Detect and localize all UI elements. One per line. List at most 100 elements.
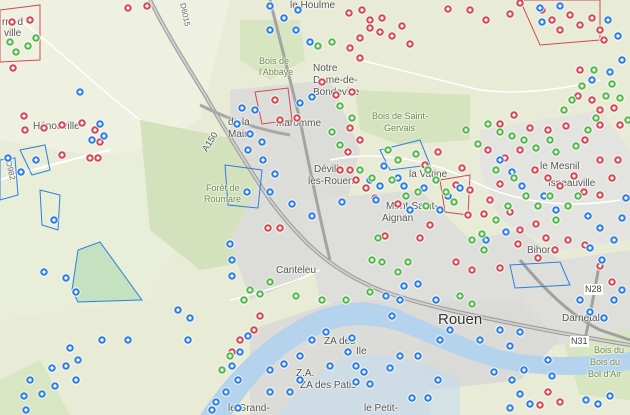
red-point-marker[interactable]	[587, 13, 597, 23]
blue-point-marker[interactable]	[39, 267, 49, 277]
blue-point-marker[interactable]	[49, 215, 59, 225]
blue-point-marker[interactable]	[597, 255, 607, 265]
blue-point-marker[interactable]	[613, 31, 623, 41]
blue-point-marker[interactable]	[365, 379, 375, 389]
blue-point-marker[interactable]	[207, 405, 217, 415]
blue-point-marker[interactable]	[375, 181, 385, 191]
red-point-marker[interactable]	[485, 195, 495, 205]
red-point-marker[interactable]	[495, 119, 505, 129]
blue-point-marker[interactable]	[445, 325, 455, 335]
blue-point-marker[interactable]	[257, 137, 267, 147]
green-point-marker[interactable]	[383, 145, 393, 155]
red-point-marker[interactable]	[595, 105, 605, 115]
blue-point-marker[interactable]	[515, 327, 525, 337]
red-point-marker[interactable]	[375, 27, 385, 37]
blue-point-marker[interactable]	[413, 279, 423, 289]
blue-point-marker[interactable]	[16, 167, 26, 177]
blue-point-marker[interactable]	[99, 131, 109, 141]
blue-point-marker[interactable]	[47, 363, 57, 373]
blue-point-marker[interactable]	[270, 169, 280, 179]
blue-point-marker[interactable]	[395, 351, 405, 361]
blue-point-marker[interactable]	[585, 243, 595, 253]
green-point-marker[interactable]	[483, 119, 493, 129]
blue-point-marker[interactable]	[407, 393, 417, 403]
blue-point-marker[interactable]	[325, 361, 335, 371]
red-point-marker[interactable]	[255, 311, 265, 321]
green-point-marker[interactable]	[401, 191, 411, 201]
red-point-marker[interactable]	[587, 95, 597, 105]
red-point-marker[interactable]	[495, 263, 505, 273]
green-point-marker[interactable]	[607, 79, 617, 89]
red-point-marker[interactable]	[443, 4, 453, 14]
green-point-marker[interactable]	[387, 175, 397, 185]
red-point-marker[interactable]	[85, 153, 95, 163]
blue-point-marker[interactable]	[123, 335, 133, 345]
red-point-marker[interactable]	[357, 5, 367, 15]
blue-point-marker[interactable]	[507, 375, 517, 385]
blue-point-marker[interactable]	[307, 335, 317, 345]
red-point-marker[interactable]	[531, 219, 541, 229]
red-point-marker[interactable]	[263, 223, 273, 233]
blue-point-marker[interactable]	[233, 403, 243, 413]
blue-point-marker[interactable]	[585, 307, 595, 317]
red-point-marker[interactable]	[355, 135, 365, 145]
green-point-marker[interactable]	[455, 291, 465, 301]
blue-point-marker[interactable]	[595, 223, 605, 233]
blue-point-marker[interactable]	[242, 187, 252, 197]
red-point-marker[interactable]	[463, 210, 473, 220]
red-point-marker[interactable]	[607, 277, 617, 287]
green-point-marker[interactable]	[365, 287, 375, 297]
green-point-marker[interactable]	[467, 235, 477, 245]
blue-point-marker[interactable]	[61, 273, 71, 283]
red-point-marker[interactable]	[393, 199, 403, 209]
red-point-marker[interactable]	[415, 233, 425, 243]
red-point-marker[interactable]	[57, 150, 67, 160]
blue-point-marker[interactable]	[543, 355, 553, 365]
blue-point-marker[interactable]	[455, 183, 465, 193]
blue-point-marker[interactable]	[609, 235, 619, 245]
red-point-marker[interactable]	[467, 265, 477, 275]
blue-point-marker[interactable]	[351, 361, 361, 371]
green-point-marker[interactable]	[225, 351, 235, 361]
red-point-marker[interactable]	[481, 15, 491, 25]
red-point-marker[interactable]	[479, 209, 489, 219]
blue-point-marker[interactable]	[587, 75, 597, 85]
blue-point-marker[interactable]	[235, 347, 245, 357]
red-point-marker[interactable]	[555, 181, 565, 191]
blue-point-marker[interactable]	[37, 389, 47, 399]
green-point-marker[interactable]	[473, 139, 483, 149]
green-point-marker[interactable]	[503, 201, 513, 211]
blue-point-marker[interactable]	[603, 15, 613, 25]
green-point-marker[interactable]	[421, 201, 431, 211]
red-point-marker[interactable]	[331, 90, 341, 100]
blue-point-marker[interactable]	[3, 153, 13, 163]
red-point-marker[interactable]	[613, 155, 623, 165]
blue-point-marker[interactable]	[307, 211, 317, 221]
red-point-marker[interactable]	[607, 173, 617, 183]
blue-point-marker[interactable]	[307, 92, 317, 102]
blue-point-marker[interactable]	[617, 285, 627, 295]
red-point-marker[interactable]	[457, 163, 467, 173]
green-point-marker[interactable]	[245, 285, 255, 295]
green-point-marker[interactable]	[373, 233, 383, 243]
blue-point-marker[interactable]	[387, 311, 397, 321]
green-point-marker[interactable]	[327, 127, 337, 137]
blue-point-marker[interactable]	[385, 363, 395, 373]
red-point-marker[interactable]	[397, 21, 407, 31]
blue-point-marker[interactable]	[287, 199, 297, 209]
red-point-marker[interactable]	[515, 0, 525, 8]
red-point-marker[interactable]	[19, 111, 29, 121]
red-point-marker[interactable]	[355, 33, 365, 43]
blue-point-marker[interactable]	[295, 351, 305, 361]
green-point-marker[interactable]	[411, 149, 421, 159]
red-point-marker[interactable]	[25, 15, 35, 25]
green-point-marker[interactable]	[545, 191, 555, 201]
blue-point-marker[interactable]	[405, 205, 415, 215]
red-point-marker[interactable]	[543, 387, 553, 397]
red-point-marker[interactable]	[580, 135, 590, 145]
blue-point-marker[interactable]	[555, 1, 565, 11]
red-point-marker[interactable]	[387, 31, 397, 41]
blue-point-marker[interactable]	[75, 87, 85, 97]
green-point-marker[interactable]	[265, 277, 275, 287]
blue-point-marker[interactable]	[265, 187, 275, 197]
